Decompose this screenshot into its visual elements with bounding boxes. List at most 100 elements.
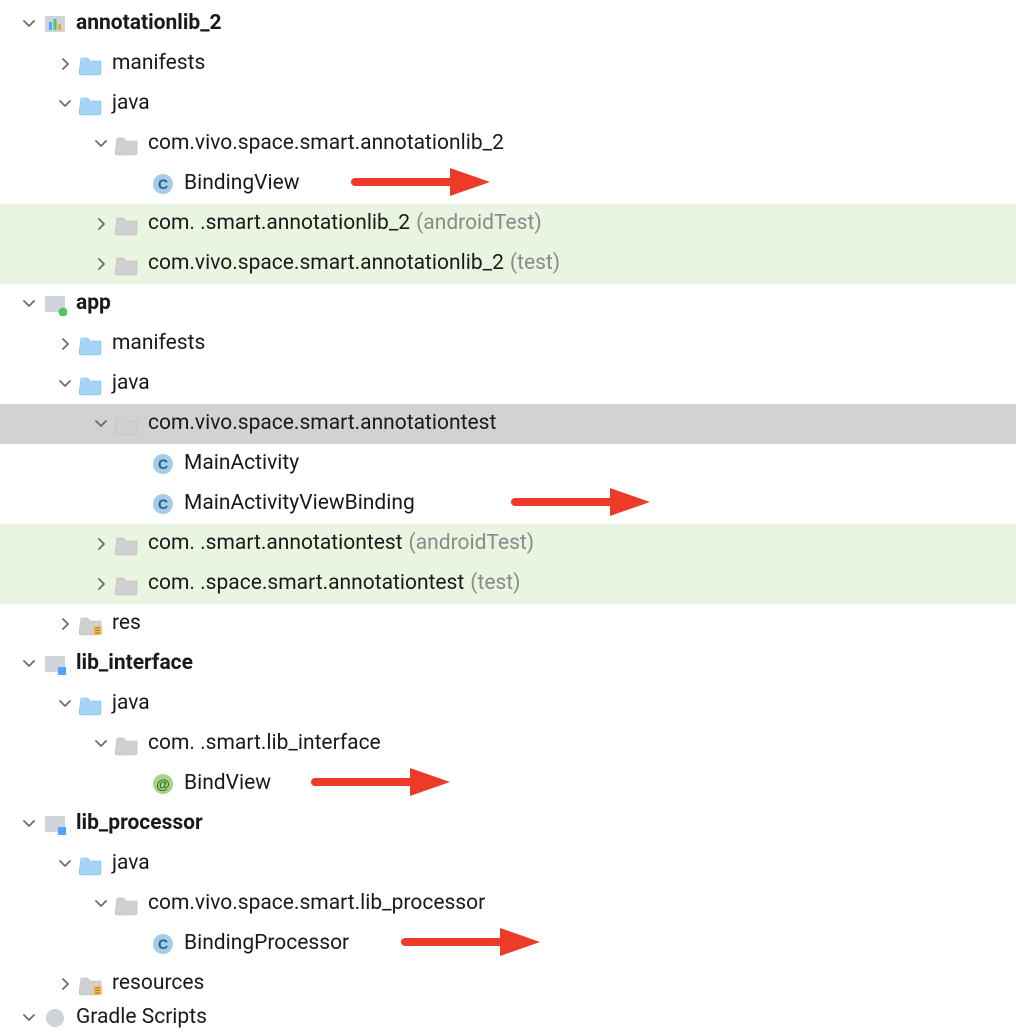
module-blue-icon: [42, 651, 68, 677]
package-icon: [114, 571, 140, 597]
folder-res[interactable]: res: [0, 604, 1016, 644]
folder-manifests[interactable]: manifests: [0, 44, 1016, 84]
folder-icon: [78, 851, 104, 877]
folder-manifests[interactable]: manifests: [0, 324, 1016, 364]
folder-label: manifests: [112, 49, 205, 78]
gradle-label: Gradle Scripts: [76, 1004, 207, 1032]
module-label: annotationlib_2: [76, 9, 222, 38]
package-label: com. .smart.annotationlib_2: [148, 209, 410, 238]
folder-resources[interactable]: resources: [0, 964, 1016, 1004]
gradle-icon: [42, 1005, 68, 1031]
package-icon: [114, 411, 140, 437]
class-MainActivity[interactable]: MainActivity: [0, 444, 1016, 484]
class-label: MainActivityViewBinding: [184, 489, 415, 518]
package-main[interactable]: com.vivo.space.smart.annotationtest: [0, 404, 1016, 444]
package-label: com.vivo.space.smart.annotationtest: [148, 409, 496, 438]
chevron-down-icon[interactable]: [18, 653, 40, 675]
folder-icon: [78, 91, 104, 117]
package-suffix: (test): [510, 249, 560, 278]
chevron-down-icon[interactable]: [54, 93, 76, 115]
module-app[interactable]: app: [0, 284, 1016, 324]
folder-java[interactable]: java: [0, 684, 1016, 724]
folder-res-icon: [78, 971, 104, 997]
package-main[interactable]: com. .smart.lib_interface: [0, 724, 1016, 764]
annotation-icon: [150, 771, 176, 797]
class-icon: [150, 451, 176, 477]
package-suffix: (test): [470, 569, 520, 598]
chevron-down-icon[interactable]: [54, 693, 76, 715]
folder-label: java: [112, 89, 150, 118]
gradle-scripts[interactable]: Gradle Scripts: [0, 1004, 1016, 1032]
package-icon: [114, 211, 140, 237]
class-BindingView[interactable]: BindingView: [0, 164, 1016, 204]
folder-res-icon: [78, 611, 104, 637]
chevron-right-icon[interactable]: [54, 613, 76, 635]
package-label: com.vivo.space.smart.lib_processor: [148, 889, 485, 918]
chevron-down-icon[interactable]: [90, 413, 112, 435]
module-label: lib_interface: [76, 649, 193, 678]
folder-java[interactable]: java: [0, 84, 1016, 124]
module-blue-icon: [42, 811, 68, 837]
class-label: BindView: [184, 769, 271, 798]
annotation-BindView[interactable]: BindView: [0, 764, 1016, 804]
package-suffix: (androidTest): [409, 529, 535, 558]
class-icon: [150, 171, 176, 197]
folder-icon: [78, 331, 104, 357]
package-icon: [114, 251, 140, 277]
chevron-down-icon[interactable]: [90, 133, 112, 155]
package-label: com.vivo.space.smart.annotationlib_2: [148, 129, 504, 158]
package-main[interactable]: com.vivo.space.smart.annotationlib_2: [0, 124, 1016, 164]
folder-java[interactable]: java: [0, 844, 1016, 884]
package-icon: [114, 531, 140, 557]
chevron-down-icon[interactable]: [54, 853, 76, 875]
folder-icon: [78, 691, 104, 717]
class-MainActivityViewBinding[interactable]: MainActivityViewBinding: [0, 484, 1016, 524]
module-dot-icon: [42, 291, 68, 317]
class-icon: [150, 491, 176, 517]
package-icon: [114, 891, 140, 917]
package-test[interactable]: com.vivo.space.smart.annotationlib_2 (te…: [0, 244, 1016, 284]
class-label: BindingView: [184, 169, 300, 198]
package-androidTest[interactable]: com. .smart.annotationlib_2 (androidTest…: [0, 204, 1016, 244]
class-BindingProcessor[interactable]: BindingProcessor: [0, 924, 1016, 964]
module-annotationlib_2[interactable]: annotationlib_2: [0, 4, 1016, 44]
package-icon: [114, 131, 140, 157]
module-label: lib_processor: [76, 809, 203, 838]
package-label: com. .space.smart.annotationtest: [148, 569, 464, 598]
chevron-down-icon[interactable]: [18, 13, 40, 35]
folder-label: java: [112, 689, 150, 718]
chevron-down-icon[interactable]: [18, 1007, 40, 1029]
chevron-right-icon[interactable]: [90, 533, 112, 555]
chevron-down-icon[interactable]: [54, 373, 76, 395]
package-suffix: (androidTest): [416, 209, 542, 238]
package-icon: [114, 731, 140, 757]
chevron-right-icon[interactable]: [54, 53, 76, 75]
folder-label: manifests: [112, 329, 205, 358]
folder-label: java: [112, 369, 150, 398]
package-label: com.vivo.space.smart.annotationlib_2: [148, 249, 504, 278]
module-label: app: [76, 289, 111, 318]
chevron-down-icon[interactable]: [90, 733, 112, 755]
chevron-down-icon[interactable]: [90, 893, 112, 915]
chevron-down-icon[interactable]: [18, 293, 40, 315]
folder-icon: [78, 51, 104, 77]
package-main[interactable]: com.vivo.space.smart.lib_processor: [0, 884, 1016, 924]
package-androidTest[interactable]: com. .smart.annotationtest (androidTest): [0, 524, 1016, 564]
module-lib_processor[interactable]: lib_processor: [0, 804, 1016, 844]
package-label: com. .smart.annotationtest: [148, 529, 403, 558]
class-icon: [150, 931, 176, 957]
chevron-down-icon[interactable]: [18, 813, 40, 835]
folder-java[interactable]: java: [0, 364, 1016, 404]
folder-label: resources: [112, 969, 204, 998]
folder-label: java: [112, 849, 150, 878]
chevron-right-icon[interactable]: [90, 213, 112, 235]
chevron-right-icon[interactable]: [90, 573, 112, 595]
chevron-right-icon[interactable]: [90, 253, 112, 275]
module-lib_interface[interactable]: lib_interface: [0, 644, 1016, 684]
chevron-right-icon[interactable]: [54, 973, 76, 995]
package-test[interactable]: com. .space.smart.annotationtest (test): [0, 564, 1016, 604]
module-bars-icon: [42, 11, 68, 37]
chevron-right-icon[interactable]: [54, 333, 76, 355]
package-label: com. .smart.lib_interface: [148, 729, 381, 758]
class-label: BindingProcessor: [184, 929, 349, 958]
